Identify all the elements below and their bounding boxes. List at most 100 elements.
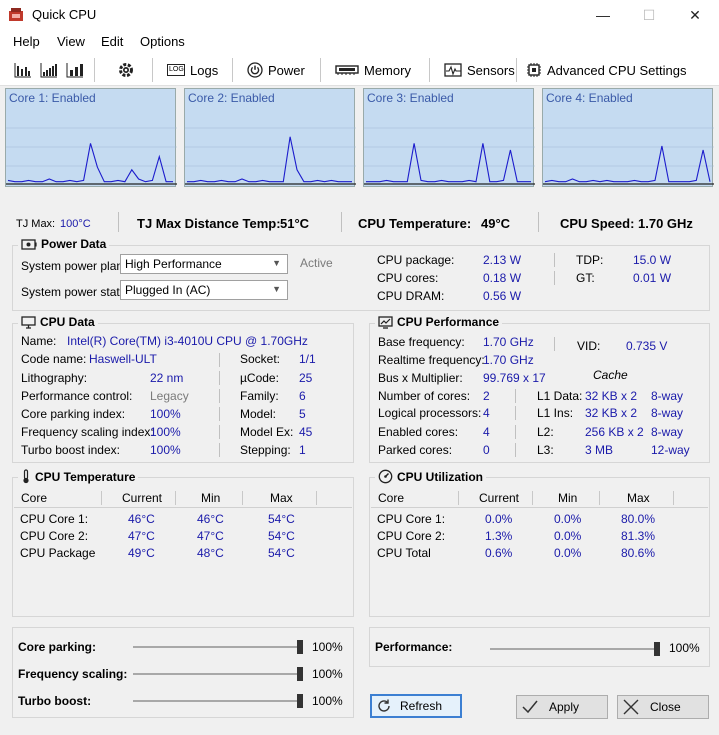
cpu-speed-value: 1.70 GHz: [638, 216, 693, 231]
cache-separator: [515, 425, 516, 439]
performance-slider-thumb[interactable]: [654, 642, 660, 656]
cpu-package-label: CPU package:: [377, 253, 455, 267]
advanced-cpu-settings-label: Advanced CPU Settings: [547, 62, 687, 78]
power-state-select[interactable]: Plugged In (AC) ▼: [120, 280, 288, 300]
turbo-boost-index-label: Turbo boost index:: [21, 443, 120, 457]
close-icon: [623, 699, 639, 715]
code-name-value: Haswell-ULT: [89, 352, 157, 366]
close-window-button[interactable]: ✕: [672, 3, 718, 27]
bar-graph-icon: [40, 63, 57, 78]
status-separator: [341, 212, 342, 232]
cpu-name-value: Intel(R) Core(TM) i3-4010U CPU @ 1.70GHz: [67, 334, 308, 348]
parked-cores-label: Parked cores:: [378, 443, 453, 457]
sensors-button[interactable]: Sensors: [444, 61, 515, 79]
core-2-graph: Core 2: Enabled: [184, 88, 356, 187]
l2-value: 256 KB x 2: [585, 425, 644, 439]
performance-control-value: Legacy: [150, 389, 189, 403]
status-separator: [538, 212, 539, 232]
power-label: Power: [268, 62, 305, 78]
memory-icon: [335, 65, 359, 75]
apply-button[interactable]: Apply: [516, 695, 608, 719]
power-state-value: Plugged In (AC): [125, 283, 211, 297]
logical-processors-label: Logical processors:: [378, 406, 482, 420]
maximize-button[interactable]: ☐: [626, 3, 672, 27]
minimize-button[interactable]: —: [580, 3, 626, 27]
performance-label: Performance:: [375, 640, 453, 654]
column-separator: [242, 491, 243, 505]
frequency-scaling-label: Frequency scaling:: [18, 667, 128, 681]
realtime-frequency-label: Realtime frequency:: [378, 353, 485, 367]
cpu-dram-label: CPU DRAM:: [377, 289, 445, 303]
util-header-max: Max: [627, 491, 650, 505]
temp-row-2-max: 54°C: [268, 529, 295, 543]
util-row-1-min: 0.0%: [554, 512, 582, 526]
cpu-temperature-title: CPU Temperature: [18, 469, 139, 484]
core-4-load-chart: [543, 127, 714, 185]
menu-edit[interactable]: Edit: [101, 34, 123, 49]
frequency-scaling-slider[interactable]: [133, 673, 301, 675]
gear-icon: [119, 63, 133, 77]
cpu-package-value: 2.13 W: [483, 253, 522, 267]
battery-icon: [21, 238, 37, 250]
performance-graph-icon: [378, 315, 393, 329]
power-button[interactable]: Power: [247, 61, 305, 79]
gauge-icon: [378, 469, 393, 484]
performance-slider[interactable]: [490, 648, 658, 650]
frequency-scaling-slider-thumb[interactable]: [297, 667, 303, 681]
model-ex-label: Model Ex:: [240, 425, 294, 439]
turbo-boost-label: Turbo boost:: [18, 694, 92, 708]
power-plan-select[interactable]: High Performance ▼: [120, 254, 288, 274]
util-row-2-min: 0.0%: [554, 529, 582, 543]
l3-way: 12-way: [651, 443, 690, 457]
menu-options[interactable]: Options: [140, 34, 185, 49]
temp-row-1-current: 46°C: [128, 512, 155, 526]
advanced-cpu-settings-button[interactable]: Advanced CPU Settings: [526, 61, 686, 79]
util-header-core: Core: [378, 491, 405, 505]
family-label: Family:: [240, 389, 279, 403]
graph-view-2-button[interactable]: [40, 61, 58, 79]
menu-help[interactable]: Help: [13, 34, 40, 49]
graph-view-1-button[interactable]: [14, 61, 32, 79]
close-button[interactable]: Close: [617, 695, 709, 719]
l1-data-value: 32 KB x 2: [585, 389, 638, 403]
util-row-1-max: 80.0%: [621, 512, 656, 526]
enabled-cores-value: 4: [483, 425, 490, 439]
core-2-load-chart: [185, 127, 356, 185]
sensor-waveform-icon: [444, 63, 462, 77]
core-parking-slider[interactable]: [133, 646, 301, 648]
util-header-min: Min: [558, 491, 578, 505]
core-parking-slider-thumb[interactable]: [297, 640, 303, 654]
cpu-data-separator: [219, 425, 220, 439]
graph-view-3-button[interactable]: [66, 61, 84, 79]
menu-view[interactable]: View: [57, 34, 85, 49]
core-parking-index-label: Core parking index:: [21, 407, 126, 421]
app-icon: [8, 8, 24, 22]
tdp-value: 15.0 W: [633, 253, 672, 267]
header-divider: [371, 507, 708, 508]
gt-label: GT:: [576, 271, 595, 285]
turbo-boost-slider-thumb[interactable]: [297, 694, 303, 708]
load-series-line: [544, 145, 711, 183]
bar-graph-icon: [14, 63, 31, 78]
toolbar-separator: [232, 58, 233, 82]
socket-label: Socket:: [240, 352, 281, 366]
logs-button[interactable]: LOG Logs: [167, 61, 218, 79]
power-separator: [554, 253, 555, 267]
refresh-button[interactable]: Refresh: [370, 694, 462, 718]
model-ex-value: 45: [299, 425, 313, 439]
memory-button[interactable]: Memory: [335, 61, 411, 79]
cpu-performance-title-text: CPU Performance: [397, 315, 500, 329]
load-series-line: [187, 136, 352, 183]
lithography-value: 22 nm: [150, 371, 184, 385]
column-separator: [101, 491, 102, 505]
chevron-down-icon: ▼: [272, 284, 281, 294]
cache-title: Cache: [593, 368, 628, 382]
toolbar-separator: [429, 58, 430, 82]
status-separator: [118, 212, 119, 232]
number-of-cores-label: Number of cores:: [378, 389, 471, 403]
settings-button[interactable]: [117, 61, 135, 79]
cpu-utilization-title: CPU Utilization: [375, 469, 486, 484]
column-separator: [175, 491, 176, 505]
tjmax-distance-label: TJ Max Distance Temp:: [137, 216, 281, 231]
turbo-boost-slider[interactable]: [133, 700, 301, 702]
